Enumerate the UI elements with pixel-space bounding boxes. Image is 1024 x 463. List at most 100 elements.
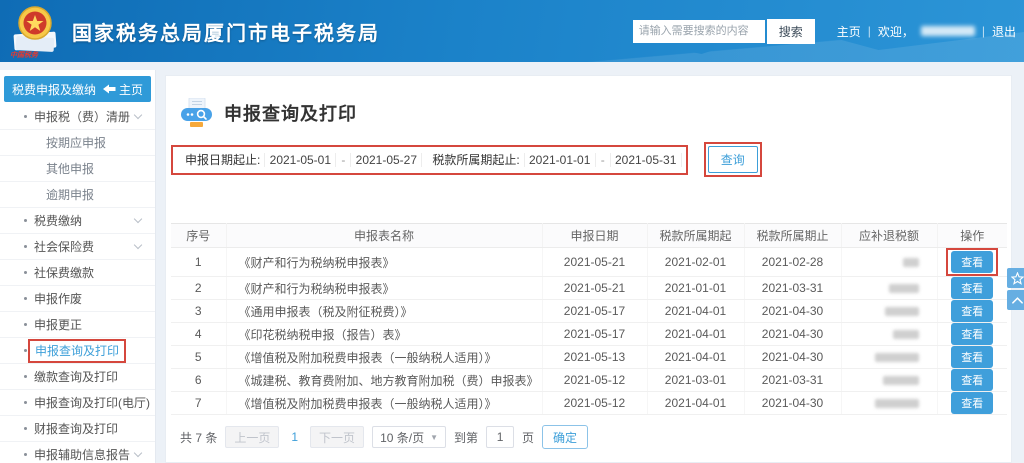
sidebar-item-label: 财报查询及打印 — [34, 420, 118, 437]
bullet-icon — [24, 115, 27, 118]
goto-unit-label: 页 — [522, 429, 534, 446]
view-button[interactable]: 查看 — [951, 346, 993, 368]
redacted-username — [921, 26, 975, 36]
redacted-amount — [893, 330, 919, 339]
sidebar-item[interactable]: 社会保险费 — [0, 234, 155, 260]
report-date-range-label: 申报日期起止: — [181, 151, 264, 168]
sidebar-item[interactable]: 按期应申报 — [0, 130, 155, 156]
confirm-button[interactable]: 确定 — [542, 425, 588, 449]
cell-name: 《印花税纳税申报（报告）表》 — [226, 323, 542, 346]
welcome-label: 欢迎， — [878, 23, 914, 40]
cell-period-end: 2021-02-28 — [744, 248, 841, 277]
logo-caption: 中国税务 — [10, 50, 38, 60]
column-header: 税款所属期起 — [647, 224, 744, 248]
bullet-icon — [24, 271, 27, 274]
chevron-down-icon — [134, 241, 142, 249]
view-button[interactable]: 查看 — [951, 323, 993, 345]
sidebar-item-label: 申报更正 — [34, 316, 82, 333]
cell-amount-redacted — [841, 392, 937, 415]
goto-page-input[interactable] — [486, 426, 514, 448]
date-separator: - — [336, 153, 350, 167]
tax-period-start[interactable]: 2021-01-01 — [524, 153, 596, 167]
collapse-chevron-icon[interactable] — [1007, 290, 1024, 310]
cell-period-end: 2021-04-30 — [744, 346, 841, 369]
prev-page-button[interactable]: 上一页 — [225, 426, 279, 448]
sidebar-item[interactable]: 其他申报 — [0, 156, 155, 182]
search-input[interactable] — [633, 20, 765, 43]
column-header: 税款所属期止 — [744, 224, 841, 248]
view-button[interactable]: 查看 — [951, 392, 993, 414]
cell-amount-redacted — [841, 300, 937, 323]
cell-action: 查看 — [937, 346, 1007, 369]
table-row: 7《增值税及附加税费申报表（一般纳税人适用）》2021-05-122021-04… — [171, 392, 1007, 415]
page-size-select[interactable]: 10 条/页 ▼ — [372, 426, 446, 448]
view-button[interactable]: 查看 — [951, 369, 993, 391]
cell-name: 《财产和行为税纳税申报表》 — [226, 248, 542, 277]
top-nav: 主页 | 欢迎， | 退出 — [837, 23, 1016, 40]
sidebar-item[interactable]: 申报税（费）清册 — [0, 104, 155, 130]
cell-amount-redacted — [841, 323, 937, 346]
bullet-icon — [24, 427, 27, 430]
sidebar-item-label: 按期应申报 — [46, 134, 106, 151]
sidebar-item-label: 申报税（费）清册 — [34, 108, 130, 125]
back-arrow-icon — [103, 84, 116, 94]
chevron-down-icon — [134, 111, 142, 119]
pagination: 共 7 条 上一页 1 下一页 10 条/页 ▼ 到第 页 确定 — [180, 425, 1011, 449]
sidebar-item-label: 申报作废 — [34, 290, 82, 307]
query-annotation-box: 查询 — [704, 142, 762, 177]
column-header: 应补退税额 — [841, 224, 937, 248]
app-header: 中国税务 国家税务总局厦门市电子税务局 搜索 主页 | 欢迎， | 退出 — [0, 0, 1024, 62]
floating-toolbar — [1007, 268, 1024, 310]
home-link[interactable]: 主页 — [837, 23, 861, 40]
cell-name: 《通用申报表（税及附征税费）》 — [226, 300, 542, 323]
sidebar-item-label: 社保费缴款 — [34, 264, 94, 281]
table-row: 4《印花税纳税申报（报告）表》2021-05-172021-04-012021-… — [171, 323, 1007, 346]
sidebar-item[interactable]: 申报更正 — [0, 312, 155, 338]
view-button[interactable]: 查看 — [951, 251, 993, 273]
print-search-icon — [180, 98, 214, 128]
goto-label: 到第 — [454, 429, 478, 446]
logout-link[interactable]: 退出 — [992, 23, 1016, 40]
cell-amount-redacted — [841, 248, 937, 277]
cell-date: 2021-05-17 — [542, 300, 647, 323]
cell-date: 2021-05-21 — [542, 248, 647, 277]
favorite-star-icon[interactable] — [1007, 268, 1024, 288]
cell-action: 查看 — [937, 300, 1007, 323]
current-page[interactable]: 1 — [287, 430, 302, 444]
cell-action: 查看 — [937, 277, 1007, 300]
cell-period-end: 2021-04-30 — [744, 392, 841, 415]
sidebar-item[interactable]: 申报查询及打印 — [0, 338, 155, 364]
tax-period-end[interactable]: 2021-05-31 — [610, 153, 682, 167]
sidebar-item[interactable]: 申报辅助信息报告 — [0, 442, 155, 463]
sidebar-item-label: 申报查询及打印 — [35, 344, 119, 358]
cell-name: 《城建税、教育费附加、地方教育附加税（费）申报表》 — [226, 369, 542, 392]
view-button[interactable]: 查看 — [951, 277, 993, 299]
page-title-row: 申报查询及打印 — [180, 98, 1011, 128]
view-button[interactable]: 查看 — [951, 300, 993, 322]
chevron-down-icon: ▼ — [430, 433, 438, 442]
sidebar-item[interactable]: 申报查询及打印(电厅) — [0, 390, 155, 416]
total-count: 共 7 条 — [180, 429, 217, 446]
cell-name: 《增值税及附加税费申报表（一般纳税人适用）》 — [226, 346, 542, 369]
next-page-button[interactable]: 下一页 — [310, 426, 364, 448]
report-date-end[interactable]: 2021-05-27 — [350, 153, 422, 167]
sidebar-item-label: 逾期申报 — [46, 186, 94, 203]
query-button[interactable]: 查询 — [708, 146, 758, 173]
sidebar-item[interactable]: 申报作废 — [0, 286, 155, 312]
cell-period-start: 2021-01-01 — [647, 277, 744, 300]
sidebar-header-title: 税费申报及缴纳 — [12, 81, 96, 98]
report-date-start[interactable]: 2021-05-01 — [264, 153, 336, 167]
sidebar-annotation-box: 申报查询及打印 — [28, 339, 126, 363]
sidebar-item[interactable]: 财报查询及打印 — [0, 416, 155, 442]
sidebar: 税费申报及缴纳 主页 申报税（费）清册按期应申报其他申报逾期申报税费缴纳社会保险… — [0, 70, 156, 463]
sidebar-item[interactable]: 缴款查询及打印 — [0, 364, 155, 390]
sidebar-item[interactable]: 税费缴纳 — [0, 208, 155, 234]
search-button[interactable]: 搜索 — [767, 19, 815, 44]
table-row: 5《增值税及附加税费申报表（一般纳税人适用）》2021-05-132021-04… — [171, 346, 1007, 369]
sidebar-item[interactable]: 社保费缴款 — [0, 260, 155, 286]
sidebar-item[interactable]: 逾期申报 — [0, 182, 155, 208]
bullet-icon — [24, 453, 27, 456]
cell-name: 《增值税及附加税费申报表（一般纳税人适用）》 — [226, 392, 542, 415]
sidebar-home[interactable]: 主页 — [103, 81, 143, 98]
sidebar-header[interactable]: 税费申报及缴纳 主页 — [4, 76, 151, 102]
